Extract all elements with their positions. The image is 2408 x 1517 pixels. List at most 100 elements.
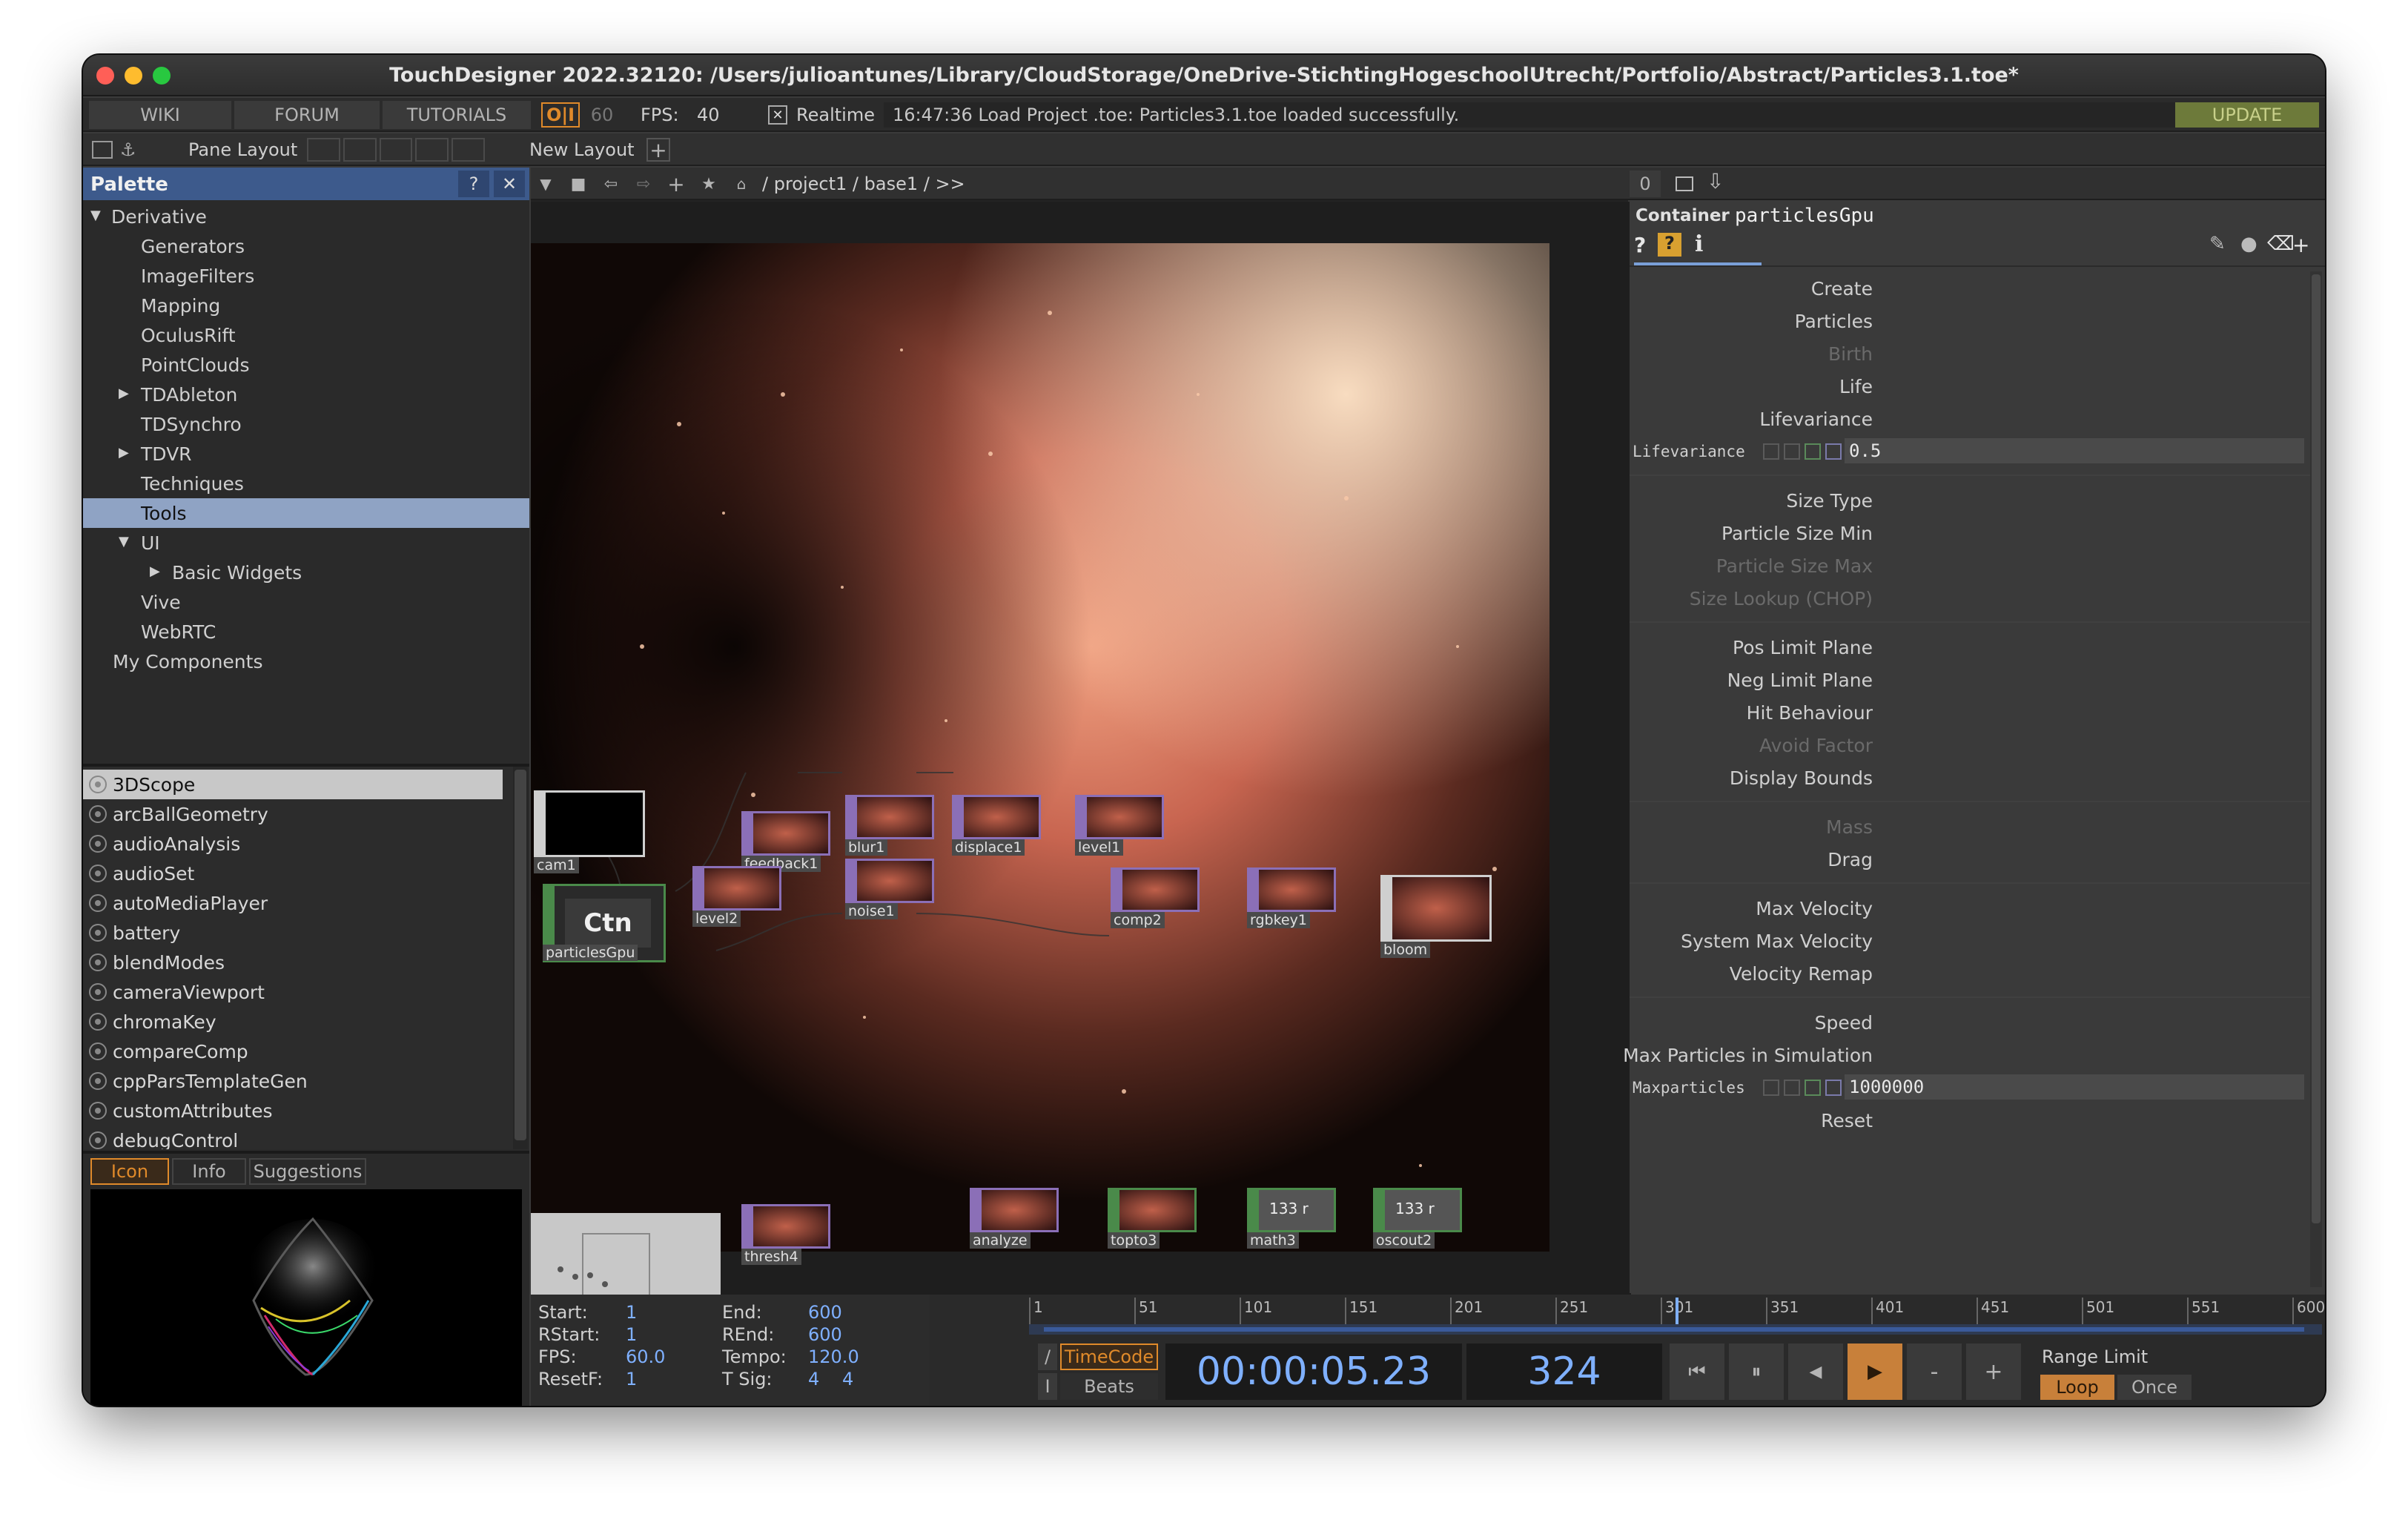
expr-mode-toggle[interactable] bbox=[1825, 443, 1842, 460]
layout-preset-3[interactable] bbox=[379, 138, 413, 162]
component-item[interactable]: customAttributes bbox=[83, 1096, 503, 1126]
palette-tree-item-imagefilters[interactable]: ImageFilters bbox=[141, 265, 254, 287]
tab-info[interactable]: Info bbox=[172, 1158, 246, 1185]
palette-tree-item-vive[interactable]: Vive bbox=[141, 592, 181, 613]
palette-tree-item-ui[interactable]: UI bbox=[141, 532, 160, 554]
node-flag-strip[interactable] bbox=[845, 859, 857, 903]
stop-icon[interactable]: ■ bbox=[563, 171, 593, 197]
node-flag-strip[interactable] bbox=[1247, 1188, 1259, 1232]
node-flag-strip[interactable] bbox=[1075, 795, 1087, 839]
palette-close-button[interactable]: ✕ bbox=[494, 171, 525, 197]
op-name[interactable]: particlesGpu bbox=[1735, 205, 1874, 227]
node-particlesgpu[interactable]: Ctn particlesGpu bbox=[543, 884, 666, 980]
timecode-slash[interactable]: / bbox=[1038, 1344, 1057, 1370]
maximize-pane-icon[interactable] bbox=[1676, 176, 1693, 191]
node-flag-strip[interactable] bbox=[952, 795, 964, 839]
component-item[interactable]: 3DScope bbox=[83, 770, 503, 799]
node-bloom[interactable]: bloom bbox=[1380, 875, 1492, 959]
node-analyze[interactable]: analyze bbox=[970, 1188, 1059, 1250]
tab-suggestions[interactable]: Suggestions bbox=[249, 1158, 366, 1185]
network-canvas[interactable]: cam1 feedback1 blur1 displace1 level1 Ctn part… bbox=[531, 202, 1631, 1404]
rewind-button[interactable]: ⏮ bbox=[1670, 1344, 1724, 1400]
add-operator-icon[interactable]: + bbox=[661, 171, 691, 197]
timecode-display[interactable]: 00:00:05.23 bbox=[1165, 1344, 1462, 1400]
add-param-icon[interactable]: + bbox=[2292, 233, 2309, 257]
download-icon[interactable]: ⇩ bbox=[1707, 169, 1724, 194]
layout-preset-1[interactable] bbox=[307, 138, 340, 162]
tsig-numerator[interactable]: 4 bbox=[808, 1369, 819, 1389]
tab-icon[interactable]: Icon bbox=[90, 1158, 169, 1185]
palette-tree-item-tools[interactable]: Tools bbox=[141, 503, 187, 524]
component-item[interactable]: battery bbox=[83, 918, 503, 948]
expr-mode-toggle[interactable] bbox=[1805, 1080, 1821, 1096]
forward-icon[interactable]: ⇨ bbox=[629, 171, 658, 197]
pause-button[interactable]: ⏸ bbox=[1729, 1344, 1784, 1400]
param-expr-field[interactable]: 0.5 bbox=[1845, 438, 2304, 463]
component-item[interactable]: compareComp bbox=[83, 1037, 503, 1066]
palette-tree-item-generators[interactable]: Generators bbox=[141, 236, 245, 257]
home-icon[interactable]: ⌂ bbox=[727, 171, 756, 197]
palette-tree-item-tdableton[interactable]: TDAbleton bbox=[141, 384, 237, 406]
collapse-arrow-icon[interactable]: ▼ bbox=[90, 208, 101, 223]
expand-arrow-icon[interactable]: ▶ bbox=[150, 563, 160, 579]
node-flag-strip[interactable] bbox=[741, 811, 753, 856]
wiki-button[interactable]: WIKI bbox=[89, 101, 231, 129]
layout-preset-4[interactable] bbox=[415, 138, 449, 162]
param-counter[interactable]: 0 bbox=[1630, 171, 1661, 197]
node-flag-strip[interactable] bbox=[845, 795, 857, 839]
node-flag-strip[interactable] bbox=[1373, 1188, 1385, 1232]
network-path[interactable]: / project1 / base1 / >> bbox=[762, 173, 965, 194]
rend-value[interactable]: 600 bbox=[808, 1324, 842, 1345]
network-menu-icon[interactable]: ▼ bbox=[531, 171, 560, 197]
component-item[interactable]: cppParsTemplateGen bbox=[83, 1066, 503, 1096]
palette-tree-item-mapping[interactable]: Mapping bbox=[141, 295, 220, 317]
add-layout-button[interactable]: + bbox=[646, 138, 670, 162]
palette-tree-item-oculusrift[interactable]: OculusRift bbox=[141, 325, 236, 346]
node-cam1[interactable]: cam1 bbox=[534, 790, 645, 875]
expr-mode-toggle[interactable] bbox=[1763, 1080, 1779, 1096]
node-flag-strip[interactable] bbox=[1380, 875, 1392, 942]
bookmark-star-icon[interactable]: ★ bbox=[694, 171, 724, 197]
back-icon[interactable]: ⇦ bbox=[596, 171, 626, 197]
update-button[interactable]: UPDATE bbox=[2175, 102, 2319, 128]
node-flag-strip[interactable] bbox=[1111, 867, 1122, 912]
timeline-fps-value[interactable]: 60.0 bbox=[626, 1346, 665, 1367]
node-flag-strip[interactable] bbox=[692, 866, 704, 910]
layout-preset-5[interactable] bbox=[452, 138, 485, 162]
palette-tree-item-pointclouds[interactable]: PointClouds bbox=[141, 354, 250, 376]
expr-mode-toggle[interactable] bbox=[1784, 1080, 1800, 1096]
component-list-scrollbar[interactable] bbox=[513, 767, 528, 1149]
timeline-range-bar[interactable] bbox=[1029, 1324, 2322, 1335]
timecode-mode-button[interactable]: TimeCode bbox=[1060, 1344, 1158, 1370]
frame-display[interactable]: 324 bbox=[1466, 1344, 1662, 1400]
palette-tree-item-basic-widgets[interactable]: Basic Widgets bbox=[172, 562, 302, 584]
fps-cap[interactable]: 60 bbox=[584, 102, 620, 128]
pane-split-icon[interactable] bbox=[92, 141, 113, 159]
beats-bar[interactable]: I bbox=[1038, 1373, 1057, 1400]
node-flag-strip[interactable] bbox=[1108, 1188, 1119, 1232]
expand-arrow-icon[interactable]: ▶ bbox=[119, 386, 129, 401]
component-item[interactable]: chromaKey bbox=[83, 1007, 503, 1037]
component-item[interactable]: arcBallGeometry bbox=[83, 799, 503, 829]
expr-mode-toggle[interactable] bbox=[1784, 443, 1800, 460]
python-help-icon[interactable]: ? bbox=[1658, 233, 1681, 257]
component-item[interactable]: cameraViewport bbox=[83, 977, 503, 1007]
rstart-value[interactable]: 1 bbox=[626, 1324, 637, 1345]
play-button[interactable]: ▶ bbox=[1848, 1344, 1902, 1400]
perform-mode-button[interactable]: O|I bbox=[541, 102, 580, 128]
node-feedback1[interactable]: feedback1 bbox=[741, 811, 830, 873]
tsig-denominator[interactable]: 4 bbox=[842, 1369, 853, 1389]
timeline-ruler[interactable]: 1 51 101 151 201 251 301 351 401 451 501 551 600 bbox=[1029, 1298, 2325, 1324]
info-icon[interactable]: i bbox=[1695, 231, 1703, 257]
node-rgbkey1[interactable]: rgbkey1 bbox=[1247, 867, 1336, 930]
node-flag-strip[interactable] bbox=[741, 1204, 753, 1249]
palette-tree-item-my-components[interactable]: My Components bbox=[113, 651, 262, 672]
playhead[interactable] bbox=[1676, 1298, 1678, 1324]
palette-tree-item-tdsynchro[interactable]: TDSynchro bbox=[141, 414, 242, 435]
palette-tree-item-techniques[interactable]: Techniques bbox=[141, 473, 244, 495]
component-item[interactable]: debugControl bbox=[83, 1126, 503, 1149]
expr-mode-toggle[interactable] bbox=[1805, 443, 1821, 460]
expr-mode-toggle[interactable] bbox=[1763, 443, 1779, 460]
collapse-arrow-icon[interactable]: ▼ bbox=[119, 534, 129, 549]
node-level2[interactable]: level2 bbox=[692, 866, 781, 928]
